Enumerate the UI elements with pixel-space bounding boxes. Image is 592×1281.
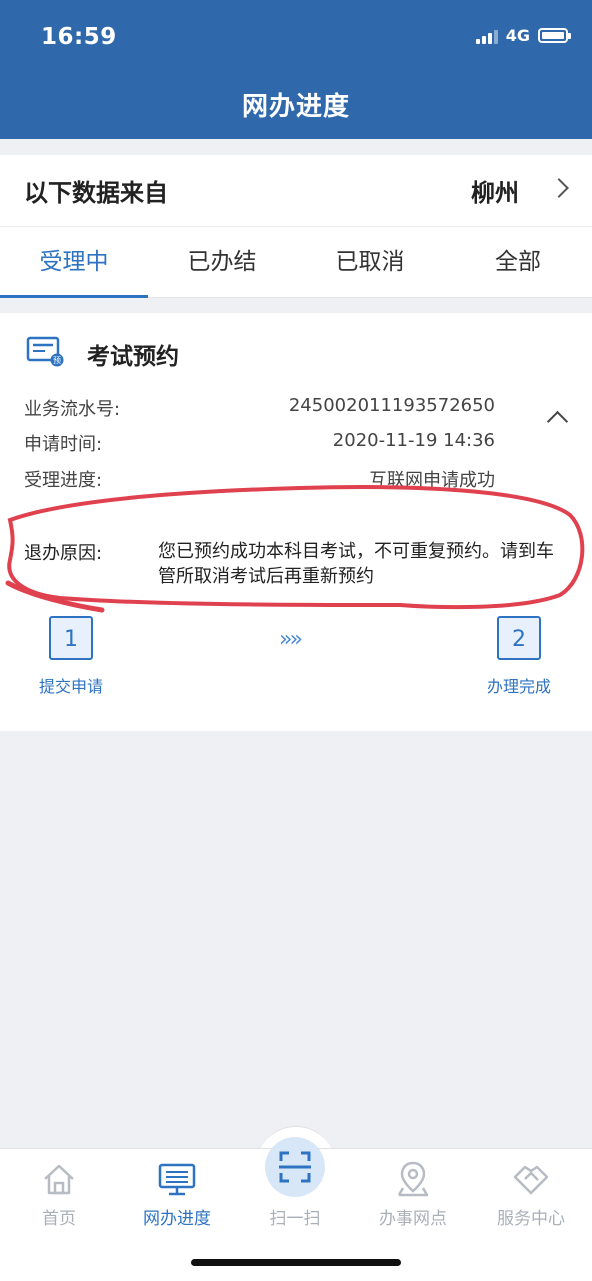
handshake-icon: [513, 1165, 549, 1195]
serial-number-label: 业务流水号:: [24, 399, 121, 420]
step-1-label: 提交申请: [39, 677, 104, 696]
status-time: 16:59: [41, 24, 117, 50]
tabbar-scan-label: 扫一扫: [269, 1209, 321, 1229]
card-title: 考试预约: [87, 344, 179, 370]
progress-row: 受理进度: 互联网申请成功: [24, 466, 495, 492]
data-source-selector[interactable]: 以下数据来自 柳州: [0, 155, 592, 227]
tabbar-outlets-label: 办事网点: [379, 1209, 447, 1229]
data-source-city: 柳州: [471, 179, 519, 207]
tabbar-service-label: 服务中心: [497, 1209, 565, 1229]
serial-number-row: 业务流水号: 245002011193572650: [24, 395, 495, 421]
step-2-label: 办理完成: [487, 677, 552, 696]
battery-icon: [538, 28, 571, 43]
progress-value: 互联网申请成功: [369, 470, 495, 491]
apply-time-value: 2020-11-19 14:36: [332, 430, 495, 451]
home-indicator: [191, 1259, 401, 1266]
tabbar-home-label: 首页: [42, 1209, 76, 1229]
reason-text: 您已预约成功本科目考试，不可重复预约。请到车管所取消考试后再重新预约: [158, 541, 554, 587]
scan-icon: [279, 1151, 311, 1183]
reason-label: 退办原因:: [24, 543, 103, 564]
network-type: 4G: [505, 26, 530, 45]
step-1-box: 1: [49, 616, 93, 660]
location-pin-icon: [397, 1161, 429, 1197]
home-icon: [44, 1164, 74, 1195]
scan-button[interactable]: [265, 1137, 325, 1197]
step-2-box: 2: [497, 616, 541, 660]
status-indicators: 4G: [475, 26, 571, 45]
tab-all[interactable]: 全部: [444, 227, 592, 297]
progress-label: 受理进度:: [24, 470, 103, 491]
collapse-chevron-icon[interactable]: [546, 410, 569, 433]
step-arrows-icon: »»: [279, 627, 303, 652]
appointment-icon: 预: [26, 336, 64, 367]
apply-time-row: 申请时间: 2020-11-19 14:36: [24, 430, 495, 456]
tab-in-progress[interactable]: 受理中: [0, 227, 148, 298]
page-title: 网办进度: [241, 92, 350, 122]
tabbar-progress-label: 网办进度: [143, 1209, 211, 1229]
badge-text: 预: [53, 355, 61, 365]
app-header: 16:59 4G 网办进度: [0, 0, 592, 139]
status-tabs: 受理中 已办结 已取消 全部: [0, 227, 592, 298]
application-card: 预 考试预约 业务流水号: 245002011193572650 申请时间: 2…: [0, 313, 592, 731]
tab-completed[interactable]: 已办结: [148, 227, 296, 297]
monitor-icon: [158, 1163, 196, 1196]
chevron-right-icon: [549, 178, 569, 198]
serial-number-value: 245002011193572650: [288, 395, 495, 416]
data-source-label: 以下数据来自: [24, 179, 168, 207]
tab-cancelled[interactable]: 已取消: [296, 227, 444, 297]
signal-icon: [475, 28, 498, 44]
apply-time-label: 申请时间:: [24, 434, 103, 455]
